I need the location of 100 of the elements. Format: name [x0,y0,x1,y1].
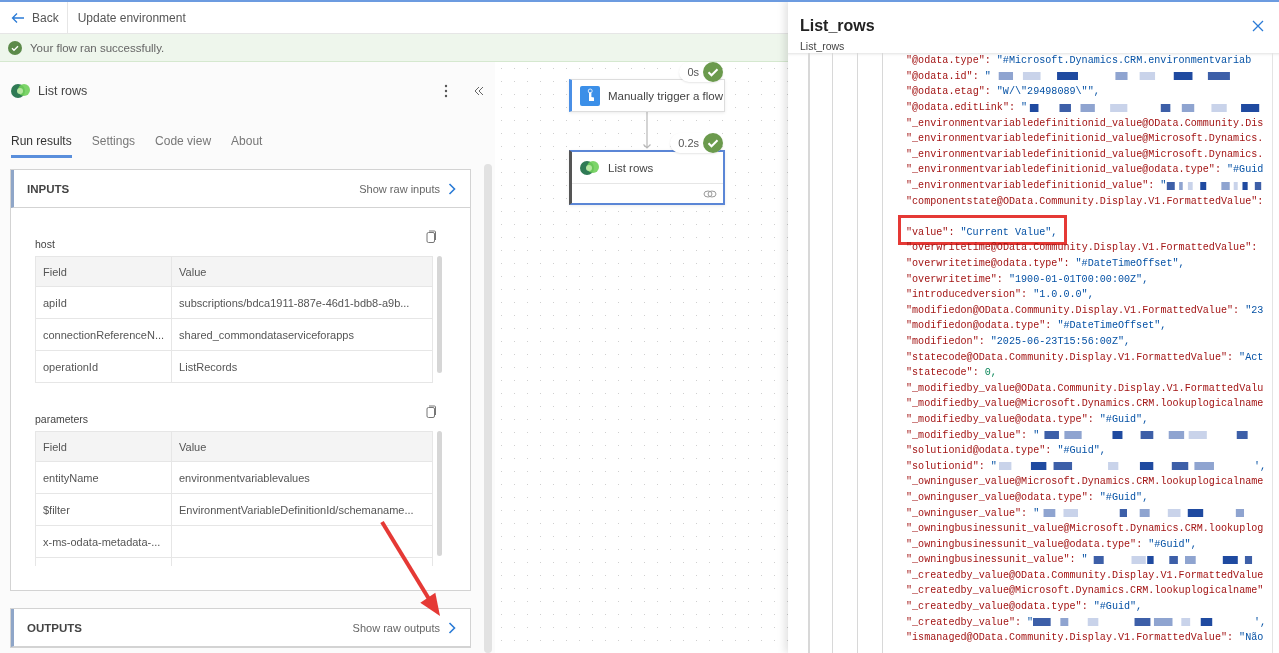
tap-icon [580,85,600,106]
drawer-subtitle: List_rows [800,40,846,52]
json-key: "solutionid@odata.type": [906,445,1052,457]
action-title: List rows [38,84,89,98]
json-value: "1900-01-01T00:00:00Z", [1008,273,1149,285]
chevron-icon [448,182,456,195]
json-value: "Act [1239,351,1264,363]
banner-message: Your flow ran successfully. [30,41,165,54]
table-cell: environmentvariablevalues [171,461,433,494]
json-key: "_owningbusinessunit_value@Microsoft.Dynamics.CRM.lookuplog [906,523,1264,535]
json-value: "Current Value", [960,226,1058,238]
json-key: "overwritetime@OData.Community.Display.V1.FormattedValue": [906,242,1258,254]
json-quote: " [1021,102,1028,114]
json-quote: " [1027,616,1034,628]
show-raw-outputs-link[interactable]: Show raw outputs [352,621,456,634]
tab[interactable]: About [231,134,263,158]
json-value: "#Microsoft.Dynamics.CRM.environmentvariab [996,55,1252,67]
json-key: "modifiedon": [906,336,985,347]
json-key: "@odata.editLink": [906,102,1016,114]
column-header: Field [35,256,172,287]
json-value: "#Guid", [1057,445,1106,457]
json-key: "_owninguser_value": [906,507,1028,519]
dataverse-icon [580,159,600,176]
chevron-icon [448,621,456,634]
tab[interactable]: Settings [91,134,136,158]
json-quote: " [984,70,991,82]
column-header: Value [171,431,433,462]
json-quote: " [1033,507,1040,519]
json-key: "_environmentvariabledefinitionid_value": [906,180,1155,192]
flow-node[interactable]: List rows [569,150,725,205]
json-quote: " [1160,180,1167,192]
table-cell: subscriptions/bdca1911-887e-46d1-bdb8-a9b... [171,286,433,319]
json-quote: ', [1253,460,1266,472]
dataverse-icon [11,83,31,99]
json-key: "_environmentvariabledefinitionid_value@Microsoft.Dynamics. [906,148,1264,160]
json-key: "_environmentvariabledefinitionid_value@Microsoft.Dynamics. [906,133,1264,145]
show-raw-inputs-link[interactable]: Show raw inputs [359,182,456,195]
json-key: "_modifiedby_value@odata.type": [906,413,1094,425]
table-cell: connectionReferenceN... [35,318,172,351]
tab[interactable]: Run results [11,134,72,158]
flow-title: Update environment [77,10,186,25]
json-value: "23 [1245,304,1264,316]
json-key: "introducedversion": [906,289,1028,301]
copy-icon[interactable] [426,230,436,243]
column-header: Value [171,256,433,287]
table-cell: x-ms-odata-metadata-... [35,525,172,558]
scrollbar[interactable] [437,431,442,556]
json-key: "overwritetime": [906,273,1003,285]
drawer-title: List_rows [800,17,875,35]
json-key: "_createdby_value": [906,616,1022,628]
json-key: "@odata.id": [906,70,979,82]
tab[interactable]: Code view [155,134,212,158]
json-key: "statecode@OData.Community.Display.V1.FormattedValue": [906,351,1234,363]
node-title: List rows [608,161,654,174]
duration-text: 0s [687,66,699,78]
json-key: "_modifiedby_value": [906,429,1028,441]
json-value: "1.0.0.0", [1033,289,1094,301]
copy-icon[interactable] [426,405,436,418]
table-cell: entityName [35,461,172,494]
flow-node[interactable]: Manually trigger a flow [569,79,725,112]
table-cell: apiId [35,286,172,319]
json-value: 0, [984,367,997,379]
scrollbar[interactable] [484,164,492,653]
table-cell: ListRecords [171,350,433,383]
json-value: "#Guid", [1093,601,1143,613]
json-key: "overwritetime@odata.type": [906,258,1070,269]
json-key: "_environmentvariabledefinitionid_value@odata.type": [906,164,1221,176]
scrollbar[interactable] [437,256,442,373]
json-quote: " [1033,429,1040,441]
json-value: "Não [1239,632,1264,644]
json-key: "_owningbusinessunit_value@odata.type": [906,538,1143,550]
json-key: "_owninguser_value@Microsoft.Dynamics.CRM.lookuplogicalname [906,476,1264,488]
json-value: "#Guid [1227,164,1264,176]
json-key: "modifiedon@OData.Community.Display.V1.FormattedValue": [906,304,1240,316]
json-key: "ismanaged@OData.Community.Display.V1.FormattedValue": [906,632,1234,644]
group-label: parameters [35,413,89,425]
close-icon[interactable] [1252,20,1264,32]
json-key: "_owningbusinessunit_value": [906,554,1076,566]
json-key: "modifiedon@odata.type": [906,320,1052,332]
group-label: host [35,238,55,250]
connector-arrow [642,112,652,150]
table-cell: shared_commondataserviceforapps [171,318,433,351]
column-header: Field [35,431,172,462]
duration-text: 0.2s [678,137,699,149]
json-key: "_createdby_value@Microsoft.Dynamics.CRM.lookuplogicalname" [906,585,1264,597]
json-key: "@odata.type": [906,55,991,67]
json-value: "#DateTimeOffset", [1057,320,1167,332]
section-title: INPUTS [27,182,70,195]
json-key: "@odata.etag": [906,86,991,98]
check-circle-icon [8,40,22,55]
json-quote: ', [1253,616,1266,628]
json-value: "W/\"29498089\"", [996,86,1100,98]
json-key: "_createdby_value@OData.Community.Display.V1.FormattedValue [906,569,1264,581]
json-value: "#Guid", [1099,413,1149,425]
json-value: "#Guid", [1099,491,1149,503]
json-key: "value": [906,226,955,238]
json-key: "_modifiedby_value@OData.Community.Display.V1.FormattedValu [906,382,1264,394]
json-value: "2025-06-23T15:56:00Z", [990,336,1131,347]
collapse-icon[interactable] [473,85,485,97]
more-icon[interactable] [444,84,448,98]
